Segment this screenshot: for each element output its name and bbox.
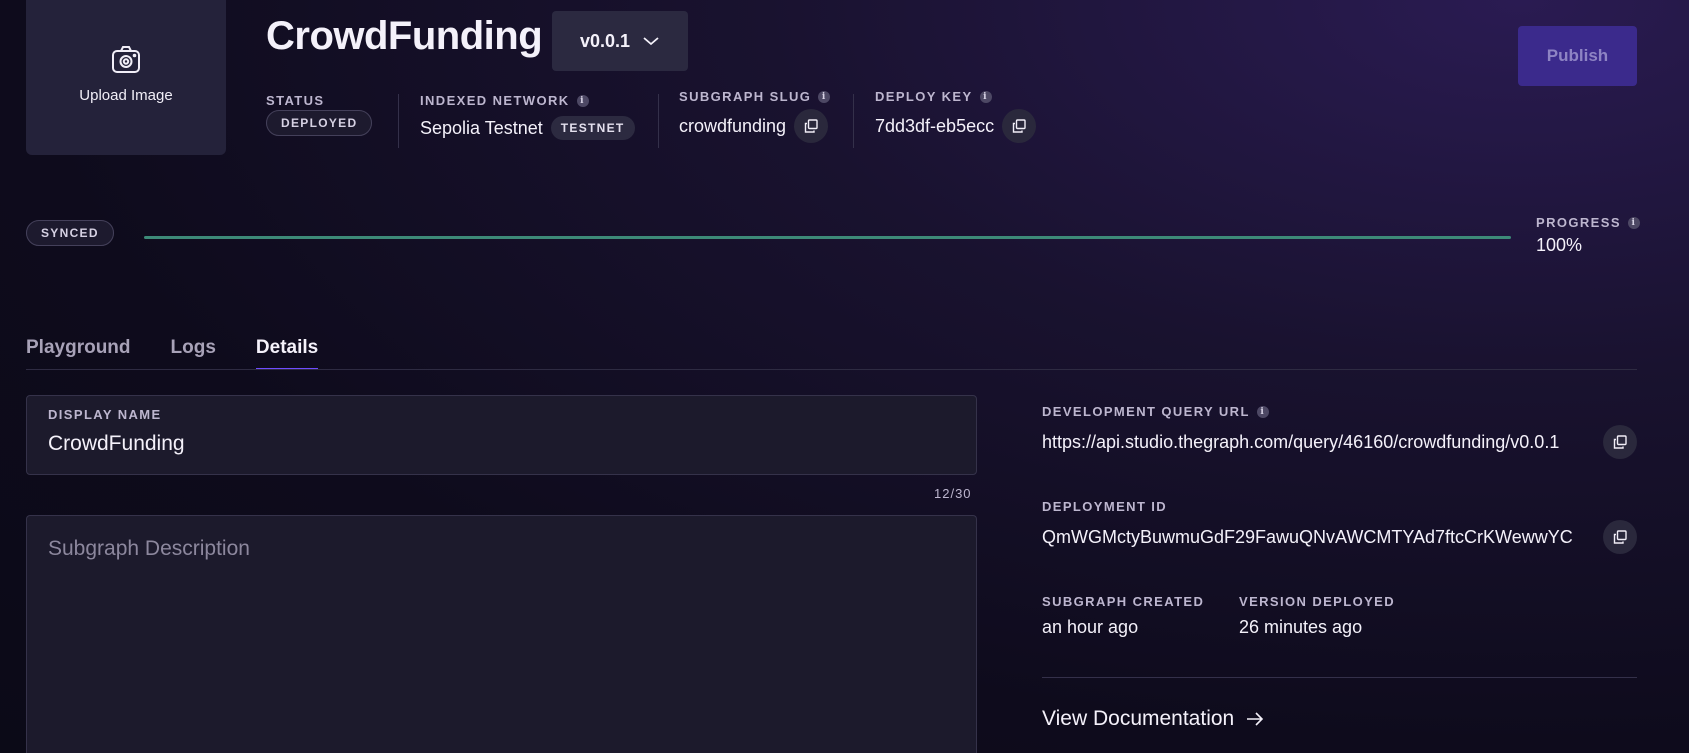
slug-section: SUBGRAPH SLUG i crowdfunding — [679, 89, 831, 143]
progress-value: 100% — [1536, 235, 1583, 255]
copy-icon — [1012, 119, 1026, 133]
tab-bar: Playground Logs Details — [26, 337, 319, 370]
status-label: STATUS — [266, 93, 325, 108]
network-section: INDEXED NETWORK i Sepolia Testnet TESTNE… — [420, 93, 635, 140]
tab-playground[interactable]: Playground — [26, 337, 131, 370]
subgraph-created-label: SUBGRAPH CREATED — [1042, 594, 1205, 609]
version-deployed-value: 26 minutes ago — [1239, 617, 1363, 637]
display-name-value[interactable]: CrowdFunding — [48, 432, 185, 456]
copy-icon — [804, 119, 818, 133]
arrow-right-icon — [1247, 712, 1264, 726]
version-deployed-label: VERSION DEPLOYED — [1239, 594, 1396, 609]
query-url-value: https://api.studio.thegraph.com/query/46… — [1042, 432, 1560, 452]
copy-deploy-key-button[interactable] — [1002, 109, 1037, 143]
upload-image-button[interactable]: Upload Image — [26, 0, 226, 155]
deployment-id-value: QmWGMctyBuwmuGdF29FawuQNvAWCMTYAd7ftcCrK… — [1042, 527, 1573, 547]
camera-icon — [112, 46, 140, 73]
view-documentation-link[interactable]: View Documentation — [1042, 707, 1264, 731]
description-textarea[interactable]: Subgraph Description — [26, 515, 977, 753]
upload-image-label: Upload Image — [79, 87, 173, 104]
divider — [398, 94, 399, 148]
sync-status-badge: SYNCED — [26, 220, 114, 246]
status-badge: DEPLOYED — [266, 110, 373, 136]
publish-button[interactable]: Publish — [1518, 26, 1637, 86]
copy-deployment-id-button[interactable] — [1603, 520, 1637, 554]
slug-value: crowdfunding — [679, 115, 787, 136]
status-section: STATUS DEPLOYED — [266, 93, 373, 136]
chevron-down-icon — [643, 37, 659, 46]
query-url-label-group: DEVELOPMENT QUERY URL i — [1042, 404, 1269, 419]
sync-status-text: SYNCED — [26, 220, 114, 246]
tab-details[interactable]: Details — [255, 337, 319, 370]
divider — [853, 94, 854, 148]
slug-label: SUBGRAPH SLUG — [679, 89, 812, 104]
tabs-divider — [26, 369, 1637, 370]
network-value: Sepolia Testnet — [420, 117, 543, 138]
display-name-label: DISPLAY NAME — [48, 407, 162, 422]
deployment-id-label: DEPLOYMENT ID — [1042, 499, 1168, 514]
version-value: v0.0.1 — [579, 30, 631, 51]
copy-slug-button[interactable] — [794, 109, 829, 143]
info-icon[interactable]: i — [1627, 216, 1640, 229]
char-count: 12/30 — [934, 486, 972, 501]
progress-label: PROGRESS — [1536, 215, 1621, 230]
sync-progress-bar — [144, 236, 1511, 239]
details-divider — [1042, 677, 1637, 678]
version-dropdown[interactable]: v0.0.1 — [552, 11, 688, 71]
page-title: CrowdFunding — [266, 14, 543, 58]
info-icon[interactable]: i — [818, 90, 831, 103]
tab-logs[interactable]: Logs — [171, 337, 216, 370]
info-icon[interactable]: i — [576, 94, 589, 107]
deploy-key-value: 7dd3df-eb5ecc — [875, 115, 995, 136]
progress-label-group: PROGRESS i — [1536, 215, 1640, 230]
query-url-label: DEVELOPMENT QUERY URL — [1042, 404, 1250, 419]
description-placeholder: Subgraph Description — [48, 537, 250, 560]
view-documentation-label: View Documentation — [1042, 707, 1235, 730]
network-label: INDEXED NETWORK — [420, 93, 570, 108]
copy-icon — [1613, 530, 1627, 544]
copy-icon — [1613, 435, 1627, 449]
display-name-field[interactable]: DISPLAY NAME CrowdFunding — [26, 395, 977, 475]
info-icon[interactable]: i — [979, 90, 992, 103]
deploy-key-section: DEPLOY KEY i 7dd3df-eb5ecc — [875, 89, 1037, 143]
testnet-badge: TESTNET — [550, 116, 635, 140]
deploy-key-label: DEPLOY KEY — [875, 89, 973, 104]
subgraph-created-value: an hour ago — [1042, 617, 1139, 637]
copy-query-url-button[interactable] — [1603, 425, 1637, 459]
divider — [658, 94, 659, 148]
info-icon[interactable]: i — [1256, 405, 1269, 418]
